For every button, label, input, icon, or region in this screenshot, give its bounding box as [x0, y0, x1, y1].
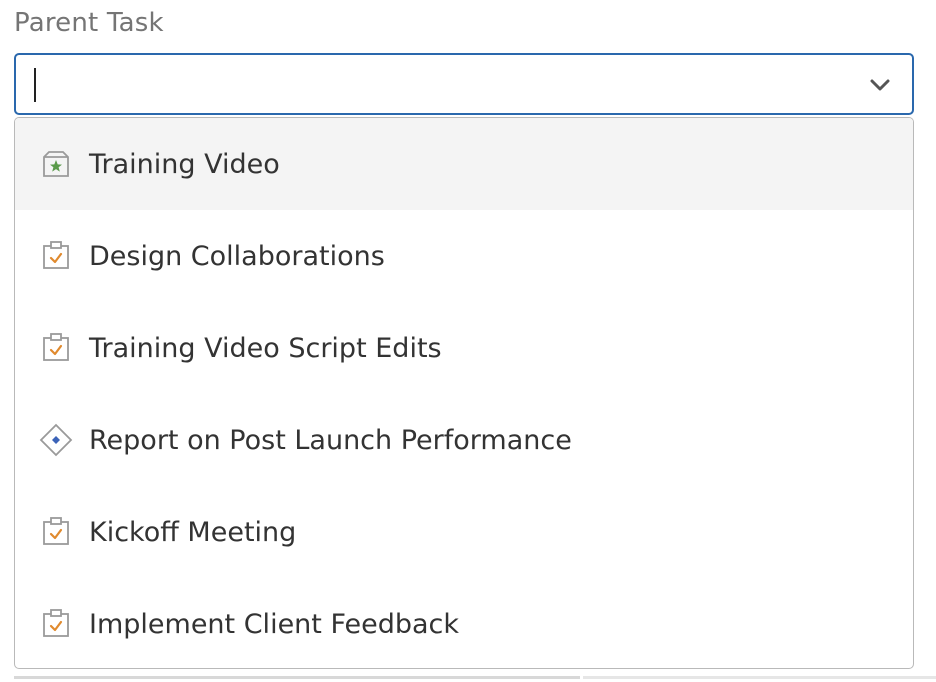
option-label: Training Video Script Edits: [89, 332, 442, 364]
divider: [583, 676, 936, 679]
option-label: Implement Client Feedback: [89, 608, 460, 640]
parent-task-combobox[interactable]: [14, 53, 914, 115]
parent-task-input[interactable]: [28, 63, 834, 105]
field-label: Parent Task: [14, 8, 164, 38]
option-label: Training Video: [89, 148, 280, 180]
option-item[interactable]: Report on Post Launch Performance: [15, 394, 913, 486]
option-item[interactable]: Training Video Script Edits: [15, 302, 913, 394]
task-clipboard-icon: [39, 607, 73, 641]
option-item[interactable]: Kickoff Meeting: [15, 486, 913, 578]
option-label: Kickoff Meeting: [89, 516, 297, 548]
option-label: Report on Post Launch Performance: [89, 424, 572, 456]
task-clipboard-icon: [39, 331, 73, 365]
option-item[interactable]: Implement Client Feedback: [15, 578, 913, 668]
divider: [14, 676, 580, 679]
task-clipboard-icon: [39, 515, 73, 549]
milestone-star-icon: [39, 147, 73, 181]
option-item[interactable]: Design Collaborations: [15, 210, 913, 302]
option-item[interactable]: Training Video: [15, 118, 913, 210]
option-label: Design Collaborations: [89, 240, 385, 272]
chevron-down-icon[interactable]: [868, 73, 892, 97]
options-dropdown: Training Video Design Collaborations Tra…: [14, 117, 914, 669]
task-clipboard-icon: [39, 239, 73, 273]
text-cursor: [34, 68, 36, 102]
diamond-icon: [39, 423, 73, 457]
